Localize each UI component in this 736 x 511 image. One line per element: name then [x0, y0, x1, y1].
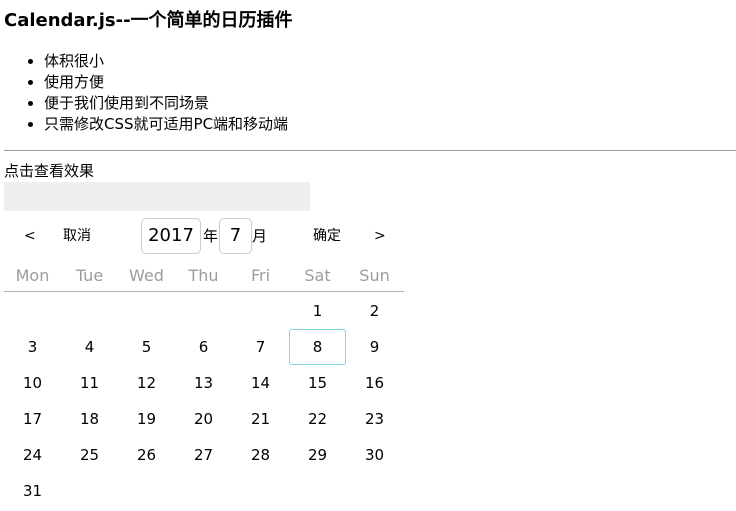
day-cell[interactable]: 19 [118, 401, 175, 437]
day-cell[interactable]: 17 [4, 401, 61, 437]
day-cell[interactable]: 31 [4, 473, 61, 509]
date-input[interactable] [4, 182, 310, 211]
weekday-fri: Fri [250, 266, 271, 285]
day-cell[interactable]: 12 [118, 365, 175, 401]
month-selector[interactable]: 7 [219, 218, 252, 254]
day-cell[interactable]: 4 [61, 329, 118, 365]
cancel-button[interactable]: 取消 [63, 218, 91, 254]
day-cell[interactable]: 30 [346, 437, 403, 473]
view-demo-label[interactable]: 点击查看效果 [4, 161, 94, 181]
day-grid: 1 2 3 4 5 6 7 8 9 10 11 12 13 14 15 16 17 18 19 20 21 22 23 24 2… [4, 293, 404, 509]
feature-item: 只需修改CSS就可适用PC端和移动端 [44, 114, 288, 135]
day-cell[interactable]: 6 [175, 329, 232, 365]
day-cell[interactable]: 22 [289, 401, 346, 437]
day-cell[interactable]: 11 [61, 365, 118, 401]
day-cell[interactable]: 24 [4, 437, 61, 473]
day-cell[interactable]: 18 [61, 401, 118, 437]
weekday-sat: Sat [304, 266, 331, 285]
day-cell[interactable]: 27 [175, 437, 232, 473]
weekday-thu: Thu [188, 266, 219, 285]
day-cell[interactable]: 13 [175, 365, 232, 401]
day-cell[interactable]: 14 [232, 365, 289, 401]
prev-month-button[interactable]: < [24, 218, 36, 254]
day-cell[interactable]: 16 [346, 365, 403, 401]
day-cell[interactable]: 29 [289, 437, 346, 473]
day-cell[interactable]: 15 [289, 365, 346, 401]
day-cell[interactable]: 26 [118, 437, 175, 473]
day-cell[interactable]: 23 [346, 401, 403, 437]
year-suffix-label: 年 [203, 227, 219, 245]
weekday-tue: Tue [75, 266, 104, 285]
page-title: Calendar.js--一个简单的日历插件 [4, 10, 293, 31]
day-cell[interactable]: 2 [346, 293, 403, 329]
weekday-sun: Sun [359, 266, 390, 285]
day-cell[interactable]: 5 [118, 329, 175, 365]
day-cell[interactable]: 28 [232, 437, 289, 473]
calendar-header: < 取消 2017 年 7 月 确定 > [4, 218, 404, 254]
day-cell[interactable]: 1 [289, 293, 346, 329]
divider [4, 150, 736, 151]
weekday-wed: Wed [129, 266, 164, 285]
month-suffix-label: 月 [252, 227, 268, 245]
day-cell[interactable]: 10 [4, 365, 61, 401]
confirm-button[interactable]: 确定 [313, 218, 341, 254]
weekday-header: Mon Tue Wed Thu Fri Sat Sun [4, 262, 404, 292]
feature-item: 使用方便 [44, 72, 288, 93]
feature-item: 体积很小 [44, 51, 288, 72]
day-cell[interactable]: 9 [346, 329, 403, 365]
weekday-mon: Mon [15, 266, 50, 285]
day-cell[interactable]: 7 [232, 329, 289, 365]
day-cell[interactable]: 25 [61, 437, 118, 473]
feature-item: 便于我们使用到不同场景 [44, 93, 288, 114]
next-month-button[interactable]: > [374, 218, 386, 254]
day-cell-selected[interactable]: 8 [289, 329, 346, 365]
day-cell[interactable]: 20 [175, 401, 232, 437]
day-cell[interactable]: 3 [4, 329, 61, 365]
feature-list: 体积很小 使用方便 便于我们使用到不同场景 只需修改CSS就可适用PC端和移动端 [4, 51, 288, 135]
day-cell[interactable]: 21 [232, 401, 289, 437]
year-selector[interactable]: 2017 [141, 218, 201, 254]
